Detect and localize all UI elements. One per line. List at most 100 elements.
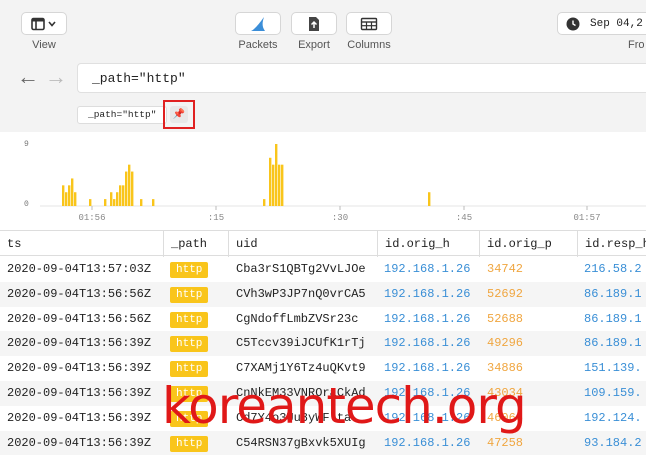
path-cell: http: [170, 356, 209, 381]
layout-icon: [31, 17, 56, 30]
orig-port-cell: 52688: [487, 311, 524, 326]
table-header: ts _path uid id.orig_h id.orig_p id.resp_h: [0, 230, 646, 257]
forward-arrow-icon[interactable]: →: [45, 66, 67, 88]
export-label: Export: [298, 39, 330, 51]
histogram-bar: [122, 185, 125, 206]
orig-port-cell: 47258: [487, 435, 524, 450]
pin-icon: 📌: [170, 106, 188, 123]
table-row[interactable]: 2020-09-04T13:56:39Z http C7XAMj1Y6Tz4uQKv…: [0, 356, 646, 381]
table-row[interactable]: 2020-09-04T13:56:56Z http CgNdoffLmbZVSr23…: [0, 307, 646, 332]
orig-host-cell: 192.168.1.26: [384, 286, 471, 301]
path-badge: http: [170, 311, 209, 328]
path-badge: http: [170, 385, 209, 402]
view-label: View: [32, 39, 56, 51]
histogram-svg: 01:56:15:30:45 01:57: [40, 144, 646, 223]
x-tick-label: :30: [332, 213, 348, 223]
uid-cell: C5Tccv39iJCUfK1rTj: [236, 336, 366, 351]
path-cell: http: [170, 257, 209, 282]
columns-label: Columns: [347, 39, 391, 51]
clock-icon: [566, 17, 580, 30]
column-header-2[interactable]: uid: [229, 231, 378, 257]
back-arrow-icon[interactable]: ←: [17, 66, 39, 88]
path-cell: http: [170, 307, 209, 332]
table-row[interactable]: 2020-09-04T13:57:03Z http Cba3rS1QBTg2VvLJ…: [0, 257, 646, 282]
path-badge: http: [170, 286, 209, 303]
view-button[interactable]: [21, 12, 67, 35]
histogram-bar: [68, 185, 71, 206]
uid-cell: CnNkEM33VNROraCkAd: [236, 385, 366, 400]
search-input[interactable]: _path="http": [77, 63, 646, 93]
histogram-bar: [110, 192, 113, 206]
orig-host-cell: 192.168.1.26: [384, 336, 471, 351]
x-tick-label: 01:57: [573, 213, 600, 223]
uid-cell: C7XAMj1Y6Tz4uQKvt9: [236, 361, 366, 376]
pin-button-highlight[interactable]: 📌: [163, 100, 195, 129]
column-header-1[interactable]: _path: [164, 231, 229, 257]
resp-host-cell: 151.139.: [584, 361, 642, 376]
x-tick-label: :45: [456, 213, 472, 223]
shark-fin-icon: [251, 16, 265, 31]
filter-pill[interactable]: _path="http": [77, 106, 168, 124]
histogram-bar: [125, 171, 128, 206]
uid-cell: CVh3wP3JP7nQ0vrCA5: [236, 286, 366, 301]
histogram-bar: [62, 185, 65, 206]
uid-cell: C54RSN37gBxvk5XUIg: [236, 435, 366, 450]
orig-host-cell: 192.168.1.26: [384, 410, 471, 425]
orig-host-cell: 192.168.1.26: [384, 435, 471, 450]
histogram-bar: [65, 192, 68, 206]
orig-port-cell: 46066: [487, 410, 524, 425]
path-cell: http: [170, 331, 209, 356]
orig-port-cell: 43034: [487, 385, 524, 400]
date-picker-button[interactable]: Sep 04,2: [557, 12, 646, 35]
histogram-bar: [104, 199, 107, 206]
column-header-4[interactable]: id.orig_p: [480, 231, 578, 257]
orig-port-cell: 34742: [487, 262, 524, 276]
histogram-bar: [89, 199, 92, 206]
columns-icon: [360, 17, 378, 30]
ts-cell: 2020-09-04T13:56:39Z: [7, 410, 152, 425]
orig-host-cell: 192.168.1.26: [384, 311, 471, 326]
path-badge: http: [170, 336, 209, 353]
histogram-bar: [131, 171, 134, 206]
path-cell: http: [170, 406, 209, 431]
uid-cell: CgNdoffLmbZVSr23c: [236, 311, 359, 326]
resp-host-cell: 192.124.: [584, 410, 642, 425]
path-cell: http: [170, 431, 209, 456]
path-badge: http: [170, 435, 209, 452]
export-button[interactable]: [291, 12, 337, 35]
path-cell: http: [170, 381, 209, 406]
ts-cell: 2020-09-04T13:56:39Z: [7, 385, 152, 400]
table-row[interactable]: 2020-09-04T13:56:39Z http C54RSN37gBxvk5XU…: [0, 430, 646, 456]
table-row[interactable]: 2020-09-04T13:56:39Z http CnNkEM33VNROraCk…: [0, 380, 646, 406]
histogram-bar: [278, 164, 281, 206]
histogram-bar: [113, 199, 116, 206]
date-text: Sep 04,2: [590, 17, 643, 30]
resp-host-cell: 86.189.1: [584, 286, 642, 301]
pinned-filters-bar: _path="http" 📌: [0, 100, 646, 132]
orig-host-cell: 192.168.1.26: [384, 361, 471, 376]
ts-cell: 2020-09-04T13:56:39Z: [7, 361, 152, 376]
table-row[interactable]: 2020-09-04T13:56:39Z http C5Tccv39iJCUfK1r…: [0, 331, 646, 357]
x-tick-label: :15: [208, 213, 224, 223]
table-row[interactable]: 2020-09-04T13:56:39Z http Cd7Y4o3Uu8yWFlta…: [0, 406, 646, 431]
ts-cell: 2020-09-04T13:56:39Z: [7, 336, 152, 351]
histogram-bar: [116, 192, 119, 206]
orig-port-cell: 49296: [487, 336, 524, 351]
path-badge: http: [170, 361, 209, 378]
ts-cell: 2020-09-04T13:56:39Z: [7, 435, 152, 450]
histogram-bar: [272, 164, 275, 206]
table-row[interactable]: 2020-09-04T13:56:56Z http CVh3wP3JP7nQ0vrC…: [0, 281, 646, 307]
column-header-0[interactable]: ts: [0, 231, 164, 257]
resp-host-cell: 93.184.2: [584, 435, 642, 450]
orig-port-cell: 34886: [487, 361, 524, 376]
histogram-bar: [128, 164, 131, 206]
from-label: Fro: [628, 39, 645, 51]
histogram-bar: [428, 192, 431, 206]
histogram-bar: [281, 164, 284, 206]
ts-cell: 2020-09-04T13:57:03Z: [7, 262, 152, 276]
toolbar: View Packets Export Columns Sep 04,2 Fro: [0, 0, 646, 56]
columns-button[interactable]: [346, 12, 392, 35]
column-header-3[interactable]: id.orig_h: [378, 231, 480, 257]
packets-button[interactable]: [235, 12, 281, 35]
column-header-5[interactable]: id.resp_h: [578, 231, 646, 257]
